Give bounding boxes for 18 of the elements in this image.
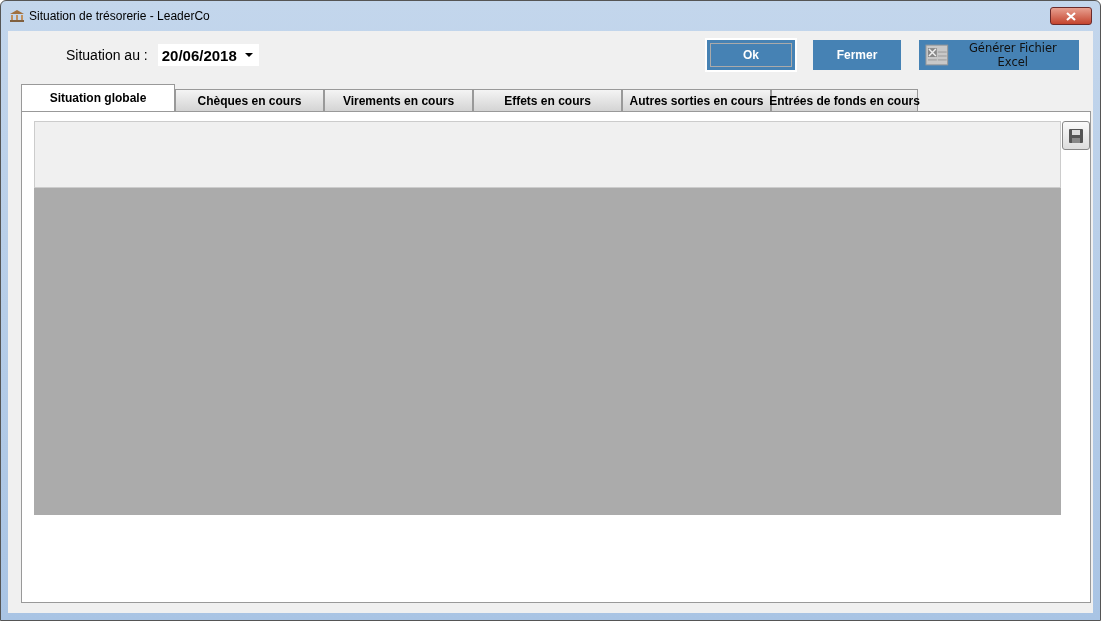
tab[interactable]: Virements en cours bbox=[324, 89, 473, 111]
export-button[interactable]: Générer Fichier Excel bbox=[917, 38, 1081, 72]
tab[interactable]: Situation globale bbox=[21, 84, 175, 111]
window-title: Situation de trésorerie - LeaderCo bbox=[29, 9, 210, 23]
tab[interactable]: Autres sorties en cours bbox=[622, 89, 771, 111]
tab[interactable]: Entrées de fonds en cours bbox=[771, 89, 918, 111]
date-label: Situation au : bbox=[66, 47, 148, 63]
save-button[interactable] bbox=[1062, 121, 1090, 150]
action-button[interactable]: Ok bbox=[705, 38, 797, 72]
bank-icon bbox=[9, 10, 25, 22]
save-icon bbox=[1069, 128, 1083, 143]
tab[interactable]: Chèques en cours bbox=[175, 89, 324, 111]
close-button[interactable] bbox=[1050, 7, 1092, 25]
action-button[interactable]: Fermer bbox=[811, 38, 903, 72]
spreadsheet-icon bbox=[925, 44, 949, 66]
tab[interactable]: Effets en cours bbox=[473, 89, 622, 111]
date-picker[interactable]: 20/06/2018 bbox=[157, 44, 259, 66]
close-icon bbox=[1066, 11, 1076, 21]
